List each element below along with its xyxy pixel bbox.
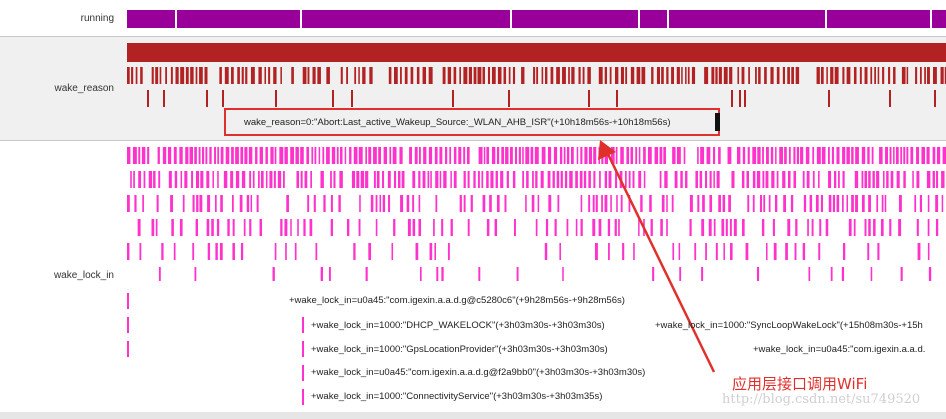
event-label: +wake_lock_in=u0a45:"com.igexin.a.a.d. (753, 344, 926, 355)
event-label: +wake_lock_in=1000:"DHCP_WAKELOCK"(+3h03… (311, 320, 605, 331)
annotation-arrow (598, 140, 716, 373)
event-label: +wake_lock_in=1000:"SyncLoopWakeLock"(+1… (655, 320, 923, 331)
horizontal-scrollbar[interactable] (0, 412, 946, 419)
event-label: +wake_lock_in=1000:"ConnectivityService"… (311, 391, 603, 402)
event-label: +wake_lock_in=u0a45:"com.igexin.a.a.d.g@… (311, 367, 646, 378)
event-label: +wake_lock_in=u0a45:"com.igexin.a.a.d.g@… (289, 295, 625, 306)
arrow-head (598, 140, 616, 160)
annotation-text: 应用层接口调用WiFi (732, 375, 868, 393)
arrow-line (604, 149, 716, 373)
event-label: +wake_lock_in=1000:"GpsLocationProvider"… (311, 344, 608, 355)
watermark: http://blog.csdn.net/su749520 (722, 392, 921, 407)
